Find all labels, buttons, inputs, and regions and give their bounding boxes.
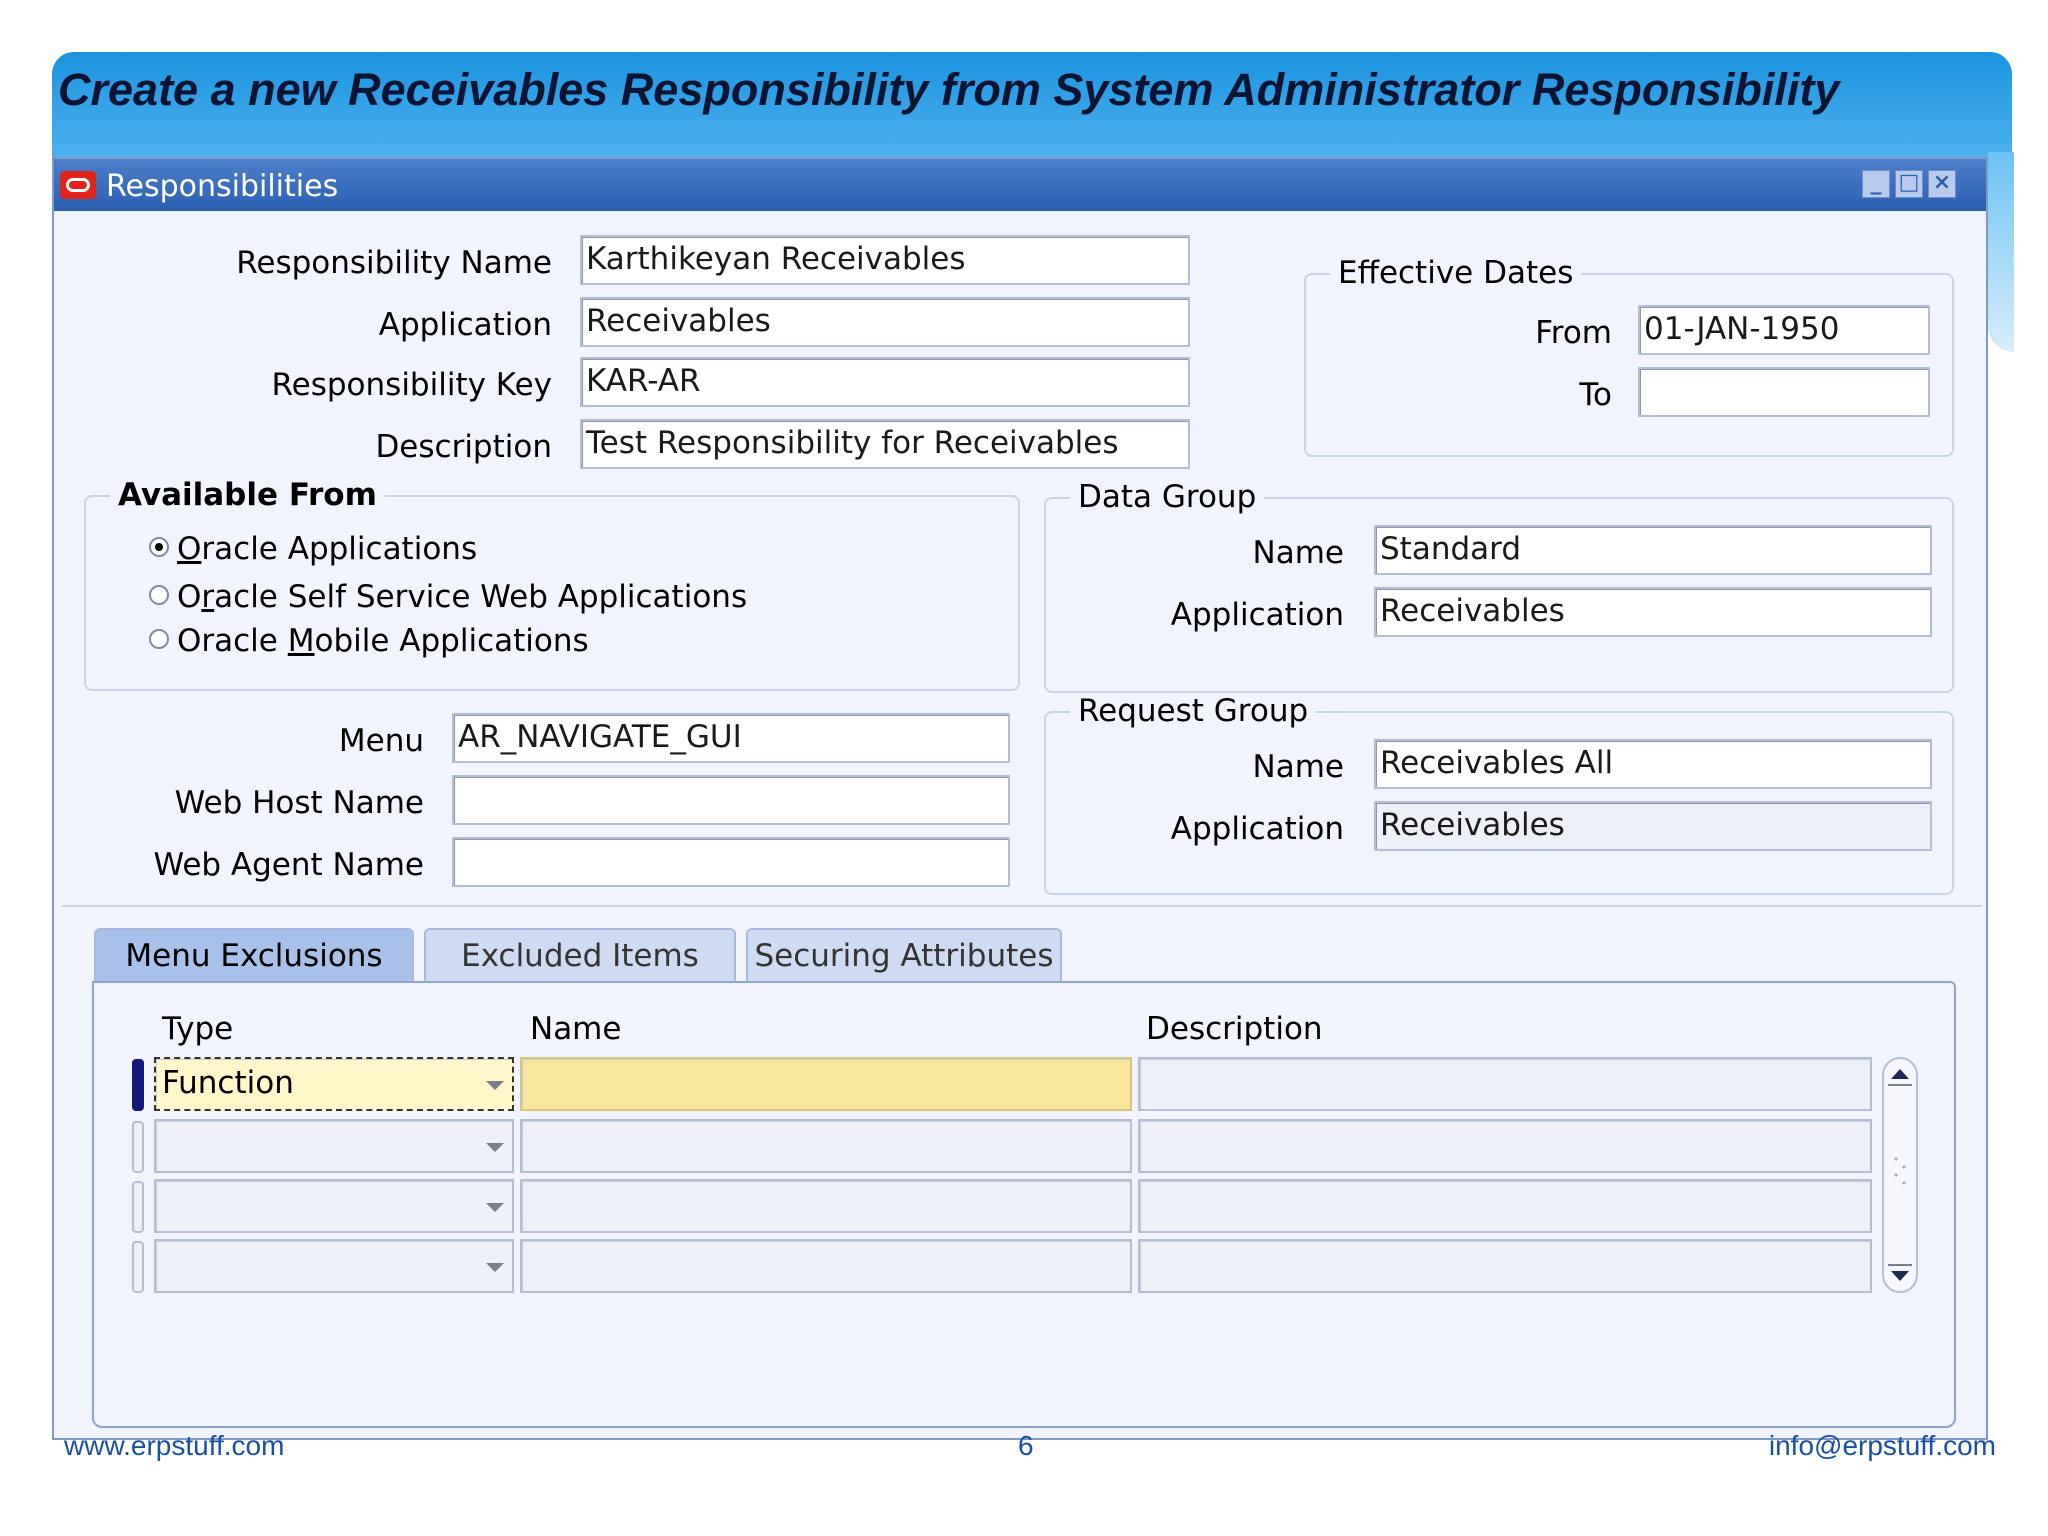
request-group-name-field[interactable]: Receivables All	[1374, 739, 1932, 789]
table-row-description-cell[interactable]	[1138, 1239, 1872, 1293]
radio-unselected-icon[interactable]	[149, 584, 169, 605]
table-row-name-cell[interactable]	[520, 1057, 1132, 1111]
close-button[interactable]: ×	[1928, 170, 1956, 198]
table-row-description-cell[interactable]	[1138, 1179, 1872, 1233]
to-date-field[interactable]	[1638, 367, 1930, 417]
description-label: Description	[375, 429, 552, 465]
resp-name-label: Responsibility Name	[236, 245, 552, 281]
request-group-application-field[interactable]: Receivables	[1374, 801, 1932, 851]
web-host-label: Web Host Name	[174, 785, 424, 821]
table-scrollbar[interactable]	[1882, 1057, 1918, 1293]
data-group-application-field[interactable]: Receivables	[1374, 587, 1932, 637]
effective-dates-legend: Effective Dates	[1330, 255, 1582, 291]
table-row-type-cell[interactable]	[154, 1119, 514, 1173]
tab-menu-exclusions[interactable]: Menu Exclusions	[94, 928, 414, 984]
radio-mobile-applications[interactable]: Oracle Mobile Applications	[149, 623, 589, 659]
radio-text: obile Applications	[314, 623, 589, 659]
tab-excluded-items[interactable]: Excluded Items	[424, 928, 736, 984]
table-row-description-cell[interactable]	[1138, 1057, 1872, 1111]
from-date-label: From	[1535, 315, 1612, 351]
banner-wave	[1988, 152, 2014, 352]
footer-page-number: 6	[1018, 1430, 1034, 1461]
section-divider	[62, 905, 1982, 907]
request-group-name-label: Name	[1252, 749, 1344, 785]
table-row-type-cell[interactable]: Function	[154, 1057, 514, 1111]
web-agent-field[interactable]	[452, 837, 1010, 887]
table-row-description-cell[interactable]	[1138, 1119, 1872, 1173]
radio-mnemonic: M	[287, 623, 315, 659]
menu-label: Menu	[338, 723, 424, 759]
radio-mnemonic: O	[177, 531, 202, 567]
row-indicator[interactable]	[132, 1121, 144, 1173]
data-group-name-field[interactable]: Standard	[1374, 525, 1932, 575]
radio-mnemonic: r	[201, 579, 215, 615]
radio-text: O	[177, 579, 202, 615]
to-date-label: To	[1579, 377, 1612, 413]
description-field[interactable]: Test Responsibility for Receivables	[580, 419, 1190, 469]
chevron-down-icon[interactable]	[486, 1143, 504, 1152]
table-row-type-cell[interactable]	[154, 1179, 514, 1233]
request-group-legend: Request Group	[1070, 693, 1317, 729]
chevron-down-icon[interactable]	[486, 1203, 504, 1212]
radio-unselected-icon[interactable]	[149, 628, 169, 649]
type-value: Function	[162, 1065, 294, 1101]
data-group-name-label: Name	[1252, 535, 1344, 571]
tab-securing-attributes[interactable]: Securing Attributes	[746, 928, 1062, 984]
resp-key-field[interactable]: KAR-AR	[580, 357, 1190, 407]
request-group-application-label: Application	[1170, 811, 1344, 847]
col-header-description: Description	[1146, 1011, 1323, 1047]
chevron-down-icon[interactable]	[486, 1081, 504, 1090]
maximize-button[interactable]: □	[1895, 170, 1923, 198]
minimize-button[interactable]: _	[1862, 170, 1890, 198]
row-indicator[interactable]	[132, 1241, 144, 1293]
row-indicator[interactable]	[132, 1181, 144, 1233]
table-row-name-cell[interactable]	[520, 1239, 1132, 1293]
resp-name-field[interactable]: Karthikeyan Receivables	[580, 235, 1190, 285]
effective-dates-group	[1304, 273, 1954, 457]
resp-key-label: Responsibility Key	[271, 367, 553, 403]
table-row-name-cell[interactable]	[520, 1179, 1132, 1233]
footer-email: info@erpstuff.com	[1768, 1430, 1996, 1461]
slide-title: Create a new Receivables Responsibility …	[58, 64, 1840, 115]
col-header-type: Type	[162, 1011, 234, 1047]
footer-website: www.erpstuff.com	[64, 1430, 285, 1461]
row-indicator-current[interactable]	[132, 1059, 144, 1111]
radio-self-service-web[interactable]: Oracle Self Service Web Applications	[149, 579, 747, 615]
radio-text: acle Self Service Web Applications	[214, 579, 748, 615]
radio-selected-icon[interactable]	[149, 536, 169, 557]
radio-text: racle Applications	[201, 531, 478, 567]
oracle-logo-icon	[60, 171, 96, 199]
web-agent-label: Web Agent Name	[153, 847, 424, 883]
window-titlebar[interactable]: Responsibilities _ □ ×	[54, 159, 1986, 211]
radio-text: Oracle	[177, 623, 288, 659]
application-label: Application	[378, 307, 552, 343]
web-host-field[interactable]	[452, 775, 1010, 825]
responsibilities-window: Responsibilities _ □ × Responsibility Na…	[52, 157, 1988, 1440]
radio-oracle-applications[interactable]: Oracle Applications	[149, 531, 477, 567]
table-row-name-cell[interactable]	[520, 1119, 1132, 1173]
scrollbar-arrows-icon	[1888, 1069, 1912, 1281]
window-title: Responsibilities	[106, 169, 339, 204]
chevron-down-icon[interactable]	[486, 1263, 504, 1272]
data-group-application-label: Application	[1170, 597, 1344, 633]
col-header-name: Name	[530, 1011, 622, 1047]
menu-field[interactable]: AR_NAVIGATE_GUI	[452, 713, 1010, 763]
data-group-legend: Data Group	[1070, 479, 1265, 515]
table-row-type-cell[interactable]	[154, 1239, 514, 1293]
application-field[interactable]: Receivables	[580, 297, 1190, 347]
from-date-field[interactable]: 01-JAN-1950	[1638, 305, 1930, 355]
available-from-legend: Available From	[110, 477, 385, 513]
